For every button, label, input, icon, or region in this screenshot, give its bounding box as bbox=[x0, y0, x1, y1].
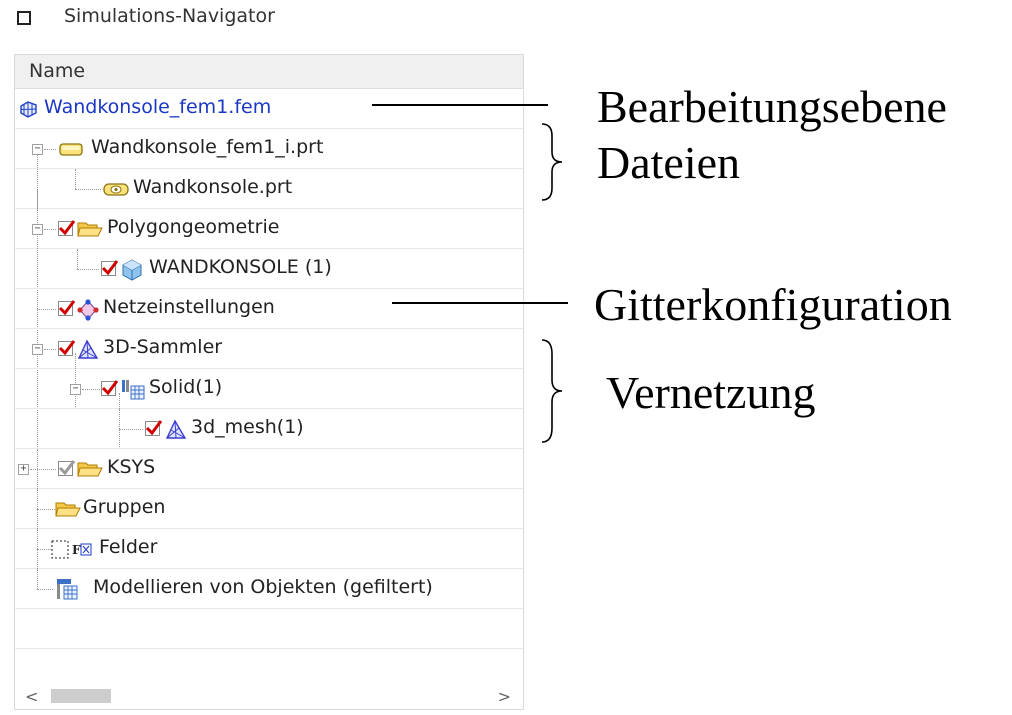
navigator-tree: Wandkonsole_fem1.fem − Wandkonsole_fem1_… bbox=[15, 89, 523, 649]
tree-row-3d-mesh[interactable]: 3d_mesh(1) bbox=[15, 409, 523, 449]
annotation-bearbeitungsebene: Bearbeitungsebene bbox=[597, 81, 947, 132]
tree-row-3d-collector[interactable]: − 3D-Sammler bbox=[15, 329, 523, 409]
solid-icon bbox=[122, 380, 145, 400]
window-title: Simulations-Navigator bbox=[64, 5, 275, 27]
brace-dateien bbox=[541, 123, 563, 201]
scroll-thumb[interactable] bbox=[51, 689, 111, 703]
body-icon bbox=[122, 259, 142, 281]
navigator-titlebar: Simulations-Navigator bbox=[0, 0, 540, 40]
visibility-checkbox[interactable] bbox=[58, 340, 76, 356]
scroll-right-arrow[interactable]: > bbox=[498, 687, 511, 706]
annotation-gitterkonfiguration: Gitterkonfiguration bbox=[594, 279, 952, 330]
column-header-label: Name bbox=[29, 60, 86, 82]
brace-vernetzung bbox=[541, 339, 563, 443]
collapse-toggle[interactable]: − bbox=[32, 224, 43, 235]
visibility-checkbox[interactable] bbox=[145, 420, 163, 436]
expand-toggle[interactable]: + bbox=[18, 464, 29, 475]
tree-label: KSYS bbox=[107, 456, 156, 478]
tree-label: Gruppen bbox=[83, 496, 166, 518]
tree-label: Modellieren von Objekten (gefiltert) bbox=[93, 576, 433, 598]
tree-label: Netzeinstellungen bbox=[103, 296, 275, 318]
annotation-line-bearbeitungsebene bbox=[372, 104, 548, 106]
tree-row-empty bbox=[15, 609, 523, 649]
collapse-toggle[interactable]: − bbox=[32, 344, 43, 355]
tree-row-ksys[interactable]: + KSYS bbox=[15, 449, 523, 489]
collapse-toggle[interactable]: − bbox=[70, 384, 81, 395]
tree-row-solid[interactable]: − Solid(1) bbox=[15, 369, 523, 449]
idealized-part-icon bbox=[59, 143, 83, 156]
column-header-name[interactable]: Name bbox=[15, 55, 523, 89]
tree-label: 3D-Sammler bbox=[103, 336, 223, 358]
fields-icon: F bbox=[51, 540, 92, 559]
tree-row-body[interactable]: WANDKONSOLE (1) bbox=[15, 249, 523, 289]
tree-label: 3d_mesh(1) bbox=[191, 416, 304, 438]
annotation-vernetzung: Vernetzung bbox=[606, 367, 816, 418]
tree-row-groups[interactable]: Gruppen bbox=[15, 489, 523, 529]
tree-label: Solid(1) bbox=[149, 376, 223, 398]
tree-label: Felder bbox=[99, 536, 158, 558]
svg-text:F: F bbox=[72, 543, 81, 557]
tree-row-polygongeometrie[interactable]: − Polygongeometrie bbox=[15, 189, 523, 509]
part-icon bbox=[103, 183, 129, 196]
annotation-dateien: Dateien bbox=[597, 137, 741, 188]
tree-label: Wandkonsole_fem1_i.prt bbox=[91, 136, 324, 158]
folder-icon bbox=[77, 222, 103, 237]
visibility-checkbox[interactable] bbox=[58, 460, 76, 476]
tree-label: WANDKONSOLE (1) bbox=[149, 256, 332, 278]
visibility-checkbox[interactable] bbox=[58, 300, 76, 316]
tree-row-fem[interactable]: Wandkonsole_fem1.fem bbox=[15, 89, 523, 129]
annotation-line-gitterkonfiguration bbox=[392, 302, 568, 304]
fem-mesh-icon bbox=[20, 101, 37, 118]
folder-icon bbox=[77, 462, 103, 477]
mesh-collector-icon bbox=[77, 339, 99, 359]
window-icon[interactable] bbox=[17, 11, 31, 25]
visibility-checkbox[interactable] bbox=[101, 380, 119, 396]
collapse-toggle[interactable]: − bbox=[32, 144, 43, 155]
visibility-checkbox[interactable] bbox=[58, 220, 76, 236]
navigator-panel: Name Wandkonsole_fem1.fem − Wandkonsole_… bbox=[14, 54, 524, 710]
tree-label: Polygongeometrie bbox=[107, 216, 280, 238]
horizontal-scrollbar[interactable]: < > bbox=[15, 683, 523, 709]
folder-icon bbox=[55, 502, 81, 517]
tree-label: Wandkonsole.prt bbox=[133, 176, 293, 198]
tree-row-modeling-objects[interactable]: Modellieren von Objekten (gefiltert) bbox=[15, 569, 523, 609]
scroll-left-arrow[interactable]: < bbox=[25, 687, 38, 706]
tree-row-fields[interactable]: F Felder bbox=[15, 529, 523, 569]
tree-label: Wandkonsole_fem1.fem bbox=[44, 96, 272, 118]
mesh-settings-icon bbox=[77, 299, 99, 321]
tree-row-idealized-part[interactable]: − Wandkonsole_fem1_i.prt bbox=[15, 129, 523, 210]
visibility-checkbox[interactable] bbox=[101, 260, 119, 276]
modeling-objects-icon bbox=[57, 579, 78, 600]
tree-row-mesh-settings[interactable]: Netzeinstellungen bbox=[15, 289, 523, 329]
mesh-collector-icon bbox=[165, 419, 187, 439]
tree-row-part[interactable]: Wandkonsole.prt bbox=[15, 169, 523, 209]
